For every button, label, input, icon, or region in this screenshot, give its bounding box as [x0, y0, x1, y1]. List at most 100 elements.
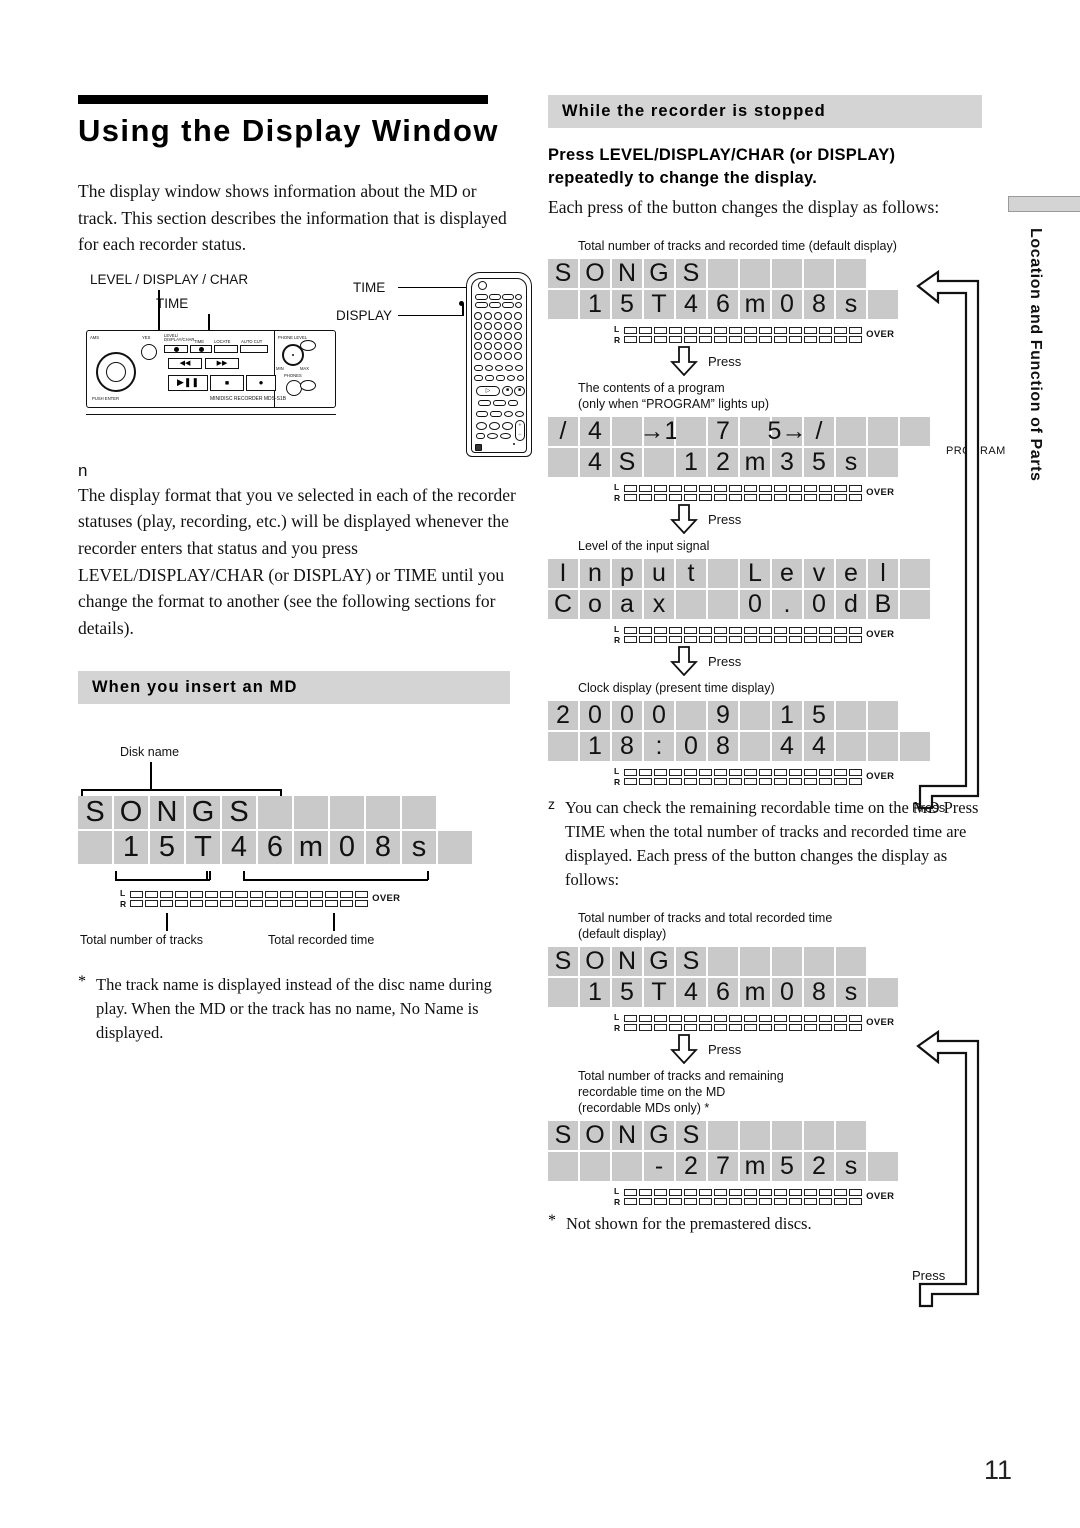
display-cell: N: [612, 1121, 642, 1151]
callout-total-tracks: Total number of tracks: [80, 933, 203, 948]
leader-tracks-down: [166, 913, 168, 932]
vu-segment: [684, 484, 698, 492]
display-cell: [836, 732, 866, 762]
vu-segment: [235, 899, 249, 907]
display-cell: [548, 978, 578, 1008]
display-cell: 4: [676, 978, 706, 1008]
press-label: Press: [708, 653, 742, 669]
display-cell: [868, 417, 898, 447]
display-cell: 8: [366, 831, 400, 865]
display-cell: 9: [708, 701, 738, 731]
vu-segment: [804, 768, 818, 776]
note-body: The display format that you ve selected …: [78, 484, 516, 638]
display-cell: [740, 1121, 770, 1151]
display-cell: m: [740, 1152, 770, 1182]
vu-segment: [849, 335, 863, 343]
vu-segment: [759, 335, 773, 343]
vu-segment: [774, 626, 788, 634]
display-cell: s: [836, 978, 866, 1008]
display-cell: [836, 947, 866, 977]
display-cell: 1: [676, 448, 706, 478]
press-label-loopback-1: Press: [912, 800, 946, 815]
manual-page: Using the Display Window The display win…: [0, 0, 1080, 1528]
vu-segment: [774, 635, 788, 643]
vu-segment: [774, 1188, 788, 1196]
vu-segment: [729, 1023, 743, 1031]
vu-segment: [789, 335, 803, 343]
vu-segment: [669, 635, 683, 643]
display-cell: [740, 259, 770, 289]
note-marker: n: [78, 460, 88, 480]
vu-segment: [729, 768, 743, 776]
vu-label-r: R: [614, 634, 621, 645]
vu-segment: [669, 1014, 683, 1022]
vu-label-r: R: [614, 334, 621, 345]
vu-segment: [639, 768, 653, 776]
section-heading-insert-md: When you insert an MD: [78, 671, 510, 705]
callout-total-time: Total recorded time: [268, 933, 375, 948]
display-cell: [676, 701, 706, 731]
vu-segment: [729, 335, 743, 343]
vu-label-l: L: [614, 766, 620, 777]
button-play-pause: ▶❚❚: [168, 374, 208, 391]
vu-segment: [624, 768, 638, 776]
vu-segment: [714, 1197, 728, 1205]
vu-segment: [175, 890, 189, 898]
vu-segment: [639, 777, 653, 785]
vu-segment: [804, 335, 818, 343]
rack-hole-top: [300, 339, 316, 351]
vu-segment: [849, 768, 863, 776]
display-cell: S: [676, 259, 706, 289]
vu-segment: [744, 1188, 758, 1196]
display-cell: /: [804, 417, 834, 447]
display-cell: [708, 259, 738, 289]
vu-segment: [190, 890, 204, 898]
note-block: n The display format that you ve selecte…: [78, 461, 516, 642]
phones-jack: [286, 379, 302, 396]
display-cell: [366, 796, 400, 830]
remote-btn-a4: [515, 293, 522, 300]
vu-segment: [190, 899, 204, 907]
display-cell: S: [548, 1121, 578, 1151]
display-cell: 3: [772, 448, 802, 478]
display-cell: o: [580, 590, 610, 620]
display-cell: 0: [804, 590, 834, 620]
vu-segment: [684, 635, 698, 643]
vu-segment: [280, 899, 294, 907]
vu-segment: [804, 326, 818, 334]
display-cell: 0: [644, 701, 674, 731]
vu-segment: [684, 768, 698, 776]
vu-segment: [669, 493, 683, 501]
remote-power-button: [478, 280, 487, 290]
vu-segment: [714, 1188, 728, 1196]
display-cell: O: [580, 1121, 610, 1151]
vu-bars-r: [624, 635, 863, 643]
vu-segment: [669, 626, 683, 634]
vu-segment: [729, 626, 743, 634]
vu-segment: [624, 335, 638, 343]
vu-segment: [220, 890, 234, 898]
vu-segment: [819, 1188, 833, 1196]
display-cell: 7: [708, 1152, 738, 1182]
display-cell: N: [612, 947, 642, 977]
vu-segment: [714, 777, 728, 785]
callout-dot-time: [199, 346, 204, 352]
vu-segment: [819, 326, 833, 334]
remote-label-time: TIME: [353, 279, 386, 295]
vu-segment: [699, 493, 713, 501]
vu-segment: [340, 890, 354, 898]
right-footnote-text: Not shown for the premastered discs.: [566, 1214, 812, 1234]
display-cell: C: [548, 590, 578, 620]
md-row-2: -27m52s: [548, 1152, 898, 1182]
vu-segment: [175, 899, 189, 907]
vu-segment: [714, 635, 728, 643]
md-display: 2000 9 15 18:08 44: [548, 701, 930, 762]
vu-segment: [744, 484, 758, 492]
display-cell: N: [150, 796, 184, 830]
display-cell: 2: [708, 448, 738, 478]
md-row-1: SONGS: [78, 796, 472, 830]
display-cell: O: [114, 796, 148, 830]
vu-segment: [205, 899, 219, 907]
vu-segment: [849, 1188, 863, 1196]
remote-btn-a1: [475, 293, 488, 300]
